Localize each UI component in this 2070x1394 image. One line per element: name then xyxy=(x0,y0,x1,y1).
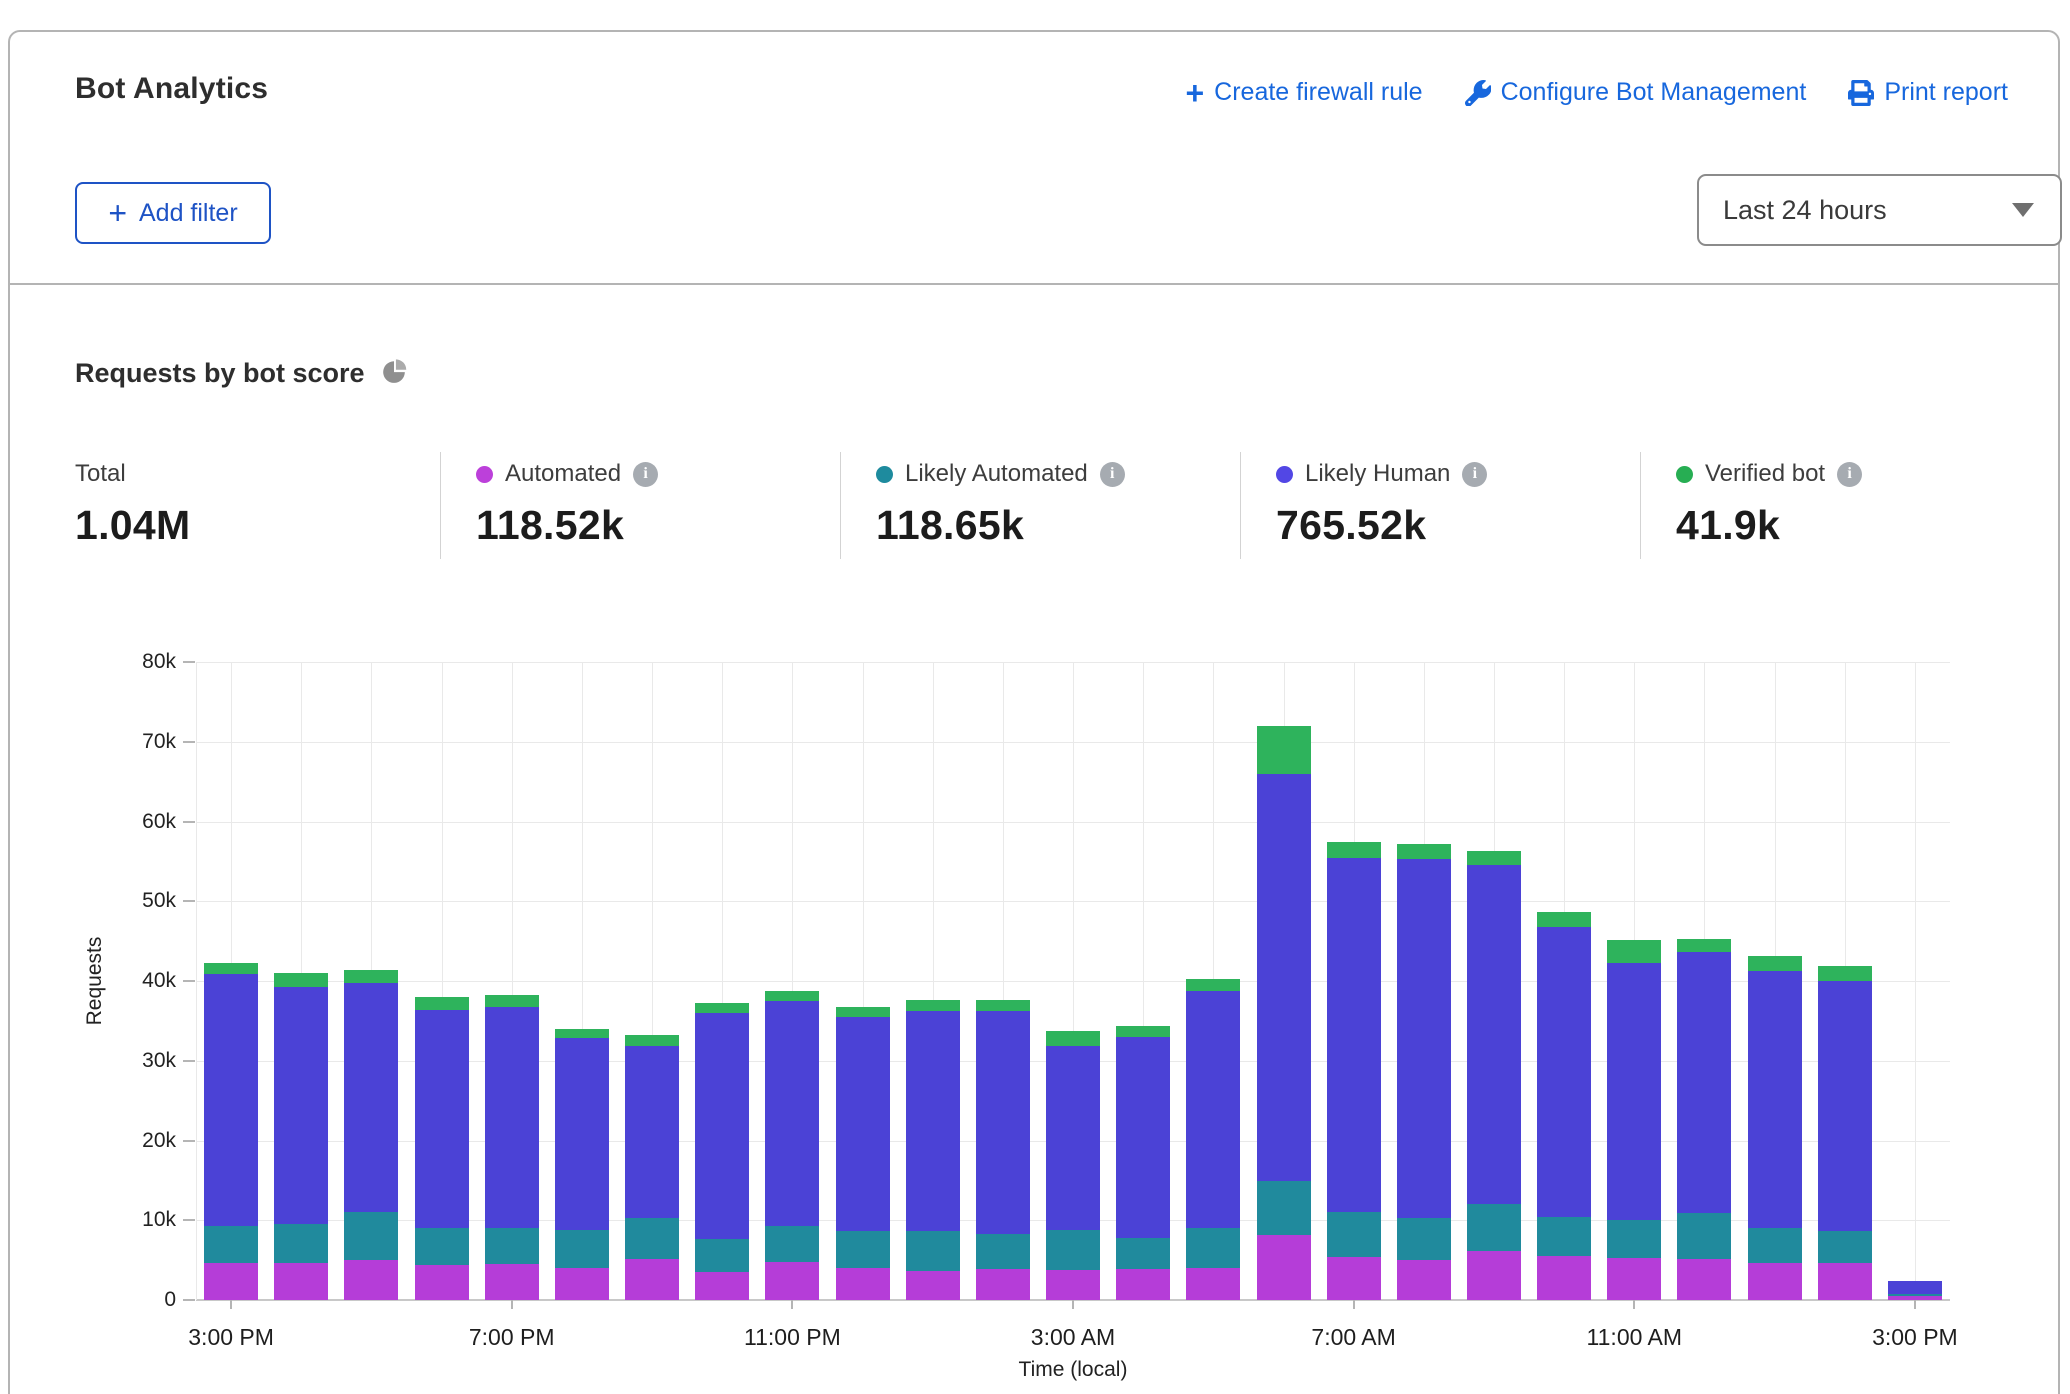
stat-likely-automated: Likely Automated i 118.65k xyxy=(840,452,1240,559)
add-filter-label: Add filter xyxy=(139,199,238,228)
stat-value: 118.52k xyxy=(476,502,840,549)
stat-verified-bot: Verified bot i 41.9k xyxy=(1640,452,2040,559)
section-title-row: Requests by bot score xyxy=(75,358,407,389)
print-report-label: Print report xyxy=(1884,78,2008,107)
stats-row: Total1.04MAutomatedi118.52kLikely Automa… xyxy=(40,452,2040,559)
stat-label: Total xyxy=(75,460,126,488)
info-icon[interactable]: i xyxy=(1837,462,1862,487)
legend-dot xyxy=(876,466,893,483)
stat-value: 41.9k xyxy=(1676,502,2040,549)
configure-bot-management-label: Configure Bot Management xyxy=(1501,78,1807,107)
header-actions: + Create firewall rule Configure Bot Man… xyxy=(1185,78,2008,107)
printer-icon xyxy=(1848,80,1874,106)
stat-likely-human: Likely Human i 765.52k xyxy=(1240,452,1640,559)
pie-chart-icon xyxy=(381,358,407,389)
time-range-dropdown[interactable]: Last 24 hours xyxy=(1697,174,2062,246)
header-divider xyxy=(8,283,2060,285)
create-firewall-rule-link[interactable]: + Create firewall rule xyxy=(1185,78,1422,107)
stat-value: 1.04M xyxy=(75,502,440,549)
section-title: Requests by bot score xyxy=(75,358,365,389)
plus-icon: + xyxy=(108,201,127,225)
bot-analytics-page: Bot Analytics + Create firewall rule Con… xyxy=(0,0,2070,1394)
wrench-icon xyxy=(1465,80,1491,106)
legend-dot xyxy=(476,466,493,483)
stat-label: Verified bot xyxy=(1705,460,1825,488)
print-report-link[interactable]: Print report xyxy=(1848,78,2008,107)
create-firewall-rule-label: Create firewall rule xyxy=(1214,78,1422,107)
stat-total: Total 1.04M xyxy=(40,452,440,559)
page-title: Bot Analytics xyxy=(75,72,268,106)
stat-automated: Automated i 118.52k xyxy=(440,452,840,559)
stat-value: 118.65k xyxy=(876,502,1240,549)
stat-label: Likely Human xyxy=(1305,460,1450,488)
stat-label: Automated xyxy=(505,460,621,488)
info-icon[interactable]: i xyxy=(1462,462,1487,487)
time-range-value: Last 24 hours xyxy=(1723,195,1887,226)
info-icon[interactable]: i xyxy=(1100,462,1125,487)
legend-dot xyxy=(1676,466,1693,483)
plus-icon: + xyxy=(1185,81,1204,105)
legend-dot xyxy=(1276,466,1293,483)
chevron-down-icon xyxy=(2012,203,2034,217)
stat-value: 765.52k xyxy=(1276,502,1640,549)
info-icon[interactable]: i xyxy=(633,462,658,487)
configure-bot-management-link[interactable]: Configure Bot Management xyxy=(1465,78,1807,107)
add-filter-button[interactable]: + Add filter xyxy=(75,182,271,244)
stat-label: Likely Automated xyxy=(905,460,1088,488)
